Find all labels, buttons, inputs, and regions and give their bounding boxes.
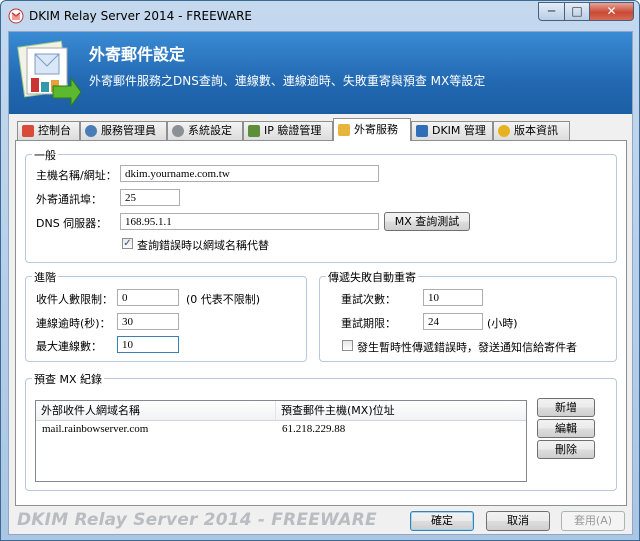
mx-records-list[interactable]: 外部收件人網域名稱 預查郵件主機(MX)位址 mail.rainbowserve… (35, 400, 527, 482)
row-mx-address: 61.218.229.88 (282, 423, 346, 435)
dkim-icon (416, 125, 428, 137)
ok-button[interactable]: 確定 (410, 511, 474, 531)
delete-button[interactable]: 刪除 (537, 440, 595, 459)
notify-sender-label: 發生暫時性傳遞錯誤時，發送通知信給寄件者 (357, 341, 577, 354)
dns-label: DNS 伺服器： (36, 217, 108, 230)
domain-fallback-label: 查詢錯誤時以網域名稱代替 (137, 239, 269, 252)
tab-system-settings[interactable]: 系統設定 (167, 121, 243, 140)
domain-fallback-checkbox[interactable]: ✓ (122, 238, 133, 249)
notify-sender-checkbox[interactable] (342, 340, 353, 351)
main-window: DKIM Relay Server 2014 - FREEWARE ─ □ ✕ … (0, 0, 640, 541)
gear-icon (172, 125, 184, 137)
max-connections-label: 最大連線數： (36, 340, 102, 353)
app-icon[interactable] (8, 8, 24, 24)
tab-label: 外寄服務 (354, 123, 398, 136)
minimize-button[interactable]: ─ (538, 2, 565, 21)
tab-service-manager[interactable]: 服務管理員 (80, 121, 167, 140)
maximize-button[interactable]: □ (564, 2, 590, 21)
port-label: 外寄通訊埠： (36, 193, 102, 206)
row-domain: mail.rainbowserver.com (42, 423, 149, 435)
retry-group-title: 傳遞失敗自動重寄 (326, 269, 418, 285)
version-info-icon (498, 125, 510, 137)
edit-button[interactable]: 編輯 (537, 419, 595, 438)
add-button[interactable]: 新增 (537, 398, 595, 417)
recipient-limit-label: 收件人數限制： (36, 293, 113, 306)
column-header-mx[interactable]: 預查郵件主機(MX)位址 (276, 401, 526, 420)
tab-label: 服務管理員 (101, 124, 156, 137)
retry-count-input[interactable]: 10 (423, 289, 483, 306)
tab-version-info[interactable]: 版本資訊 (493, 121, 570, 140)
recipient-limit-hint: (0 代表不限制) (186, 293, 261, 306)
tab-label: 控制台 (38, 124, 71, 137)
tab-ip-verify[interactable]: IP 驗證管理 (243, 121, 333, 140)
tab-label: IP 驗證管理 (264, 124, 322, 137)
close-button[interactable]: ✕ (589, 2, 634, 21)
banner-subtitle: 外寄郵件服務之DNS查詢、連線數、連線逾時、失敗重寄與預查 MX等設定 (89, 74, 486, 88)
header-banner: 外寄郵件設定 外寄郵件服務之DNS查詢、連線數、連線逾時、失敗重寄與預查 MX等… (9, 32, 632, 114)
port-input[interactable]: 25 (120, 189, 180, 206)
tab-label: 版本資訊 (514, 124, 558, 137)
apply-button[interactable]: 套用(A) (561, 511, 625, 531)
title-bar[interactable]: DKIM Relay Server 2014 - FREEWARE ─ □ ✕ (1, 1, 639, 31)
service-manager-icon (85, 125, 97, 137)
client-area: 外寄郵件設定 外寄郵件服務之DNS查詢、連線數、連線逾時、失敗重寄與預查 MX等… (8, 31, 633, 535)
retry-period-label: 重試期限： (341, 317, 396, 330)
outgoing-service-icon (338, 124, 350, 136)
retry-group: 傳遞失敗自動重寄 重試次數： 10 重試期限： 24 (小時) 發生暫時性傳遞錯… (319, 269, 617, 362)
general-group: 一般 主機名稱/網址： dkim.yourname.com.tw 外寄通訊埠： … (25, 147, 617, 263)
retry-period-unit: (小時) (487, 317, 518, 330)
list-header: 外部收件人網域名稱 預查郵件主機(MX)位址 (36, 401, 526, 421)
timeout-input[interactable]: 30 (117, 313, 179, 330)
column-header-domain[interactable]: 外部收件人網域名稱 (36, 401, 276, 420)
cancel-button[interactable]: 取消 (486, 511, 550, 531)
dns-input[interactable]: 168.95.1.1 (120, 213, 379, 230)
mail-outgoing-icon (17, 40, 82, 108)
hostname-input[interactable]: dkim.yourname.com.tw (120, 165, 379, 182)
hostname-label: 主機名稱/網址： (36, 169, 117, 182)
mx-test-button[interactable]: MX 查詢測試 (384, 212, 470, 231)
mx-records-group: 預查 MX 紀錄 外部收件人網域名稱 預查郵件主機(MX)位址 mail.rai… (25, 371, 617, 491)
advanced-group-title: 進階 (32, 269, 58, 285)
timeout-label: 連線逾時(秒)： (36, 317, 111, 330)
table-row[interactable]: mail.rainbowserver.com 61.218.229.88 (36, 421, 526, 438)
tab-outgoing-service[interactable]: 外寄服務 (333, 118, 411, 141)
footer-brand: DKIM Relay Server 2014 - FREEWARE (17, 510, 377, 530)
tab-panel-outgoing: 一般 主機名稱/網址： dkim.yourname.com.tw 外寄通訊埠： … (15, 140, 627, 506)
max-connections-input[interactable]: 10 (117, 336, 179, 353)
retry-count-label: 重試次數： (341, 293, 396, 306)
tab-console[interactable]: 控制台 (17, 121, 80, 140)
ip-verify-icon (248, 125, 260, 137)
tab-dkim[interactable]: DKIM 管理 (411, 121, 493, 140)
window-title: DKIM Relay Server 2014 - FREEWARE (29, 9, 253, 23)
retry-period-input[interactable]: 24 (423, 313, 483, 330)
mx-records-group-title: 預查 MX 紀錄 (32, 371, 105, 387)
banner-title: 外寄郵件設定 (89, 45, 186, 64)
general-group-title: 一般 (32, 147, 58, 163)
tab-bar: 控制台 服務管理員 系統設定 IP 驗證管理 外寄服務 DKIM 管理 版本資訊 (15, 118, 627, 141)
advanced-group: 進階 收件人數限制： 0 (0 代表不限制) 連線逾時(秒)： 30 最大連線數… (25, 269, 307, 362)
tab-label: DKIM 管理 (432, 124, 486, 137)
recipient-limit-input[interactable]: 0 (117, 289, 179, 306)
tab-label: 系統設定 (188, 124, 232, 137)
console-icon (22, 125, 34, 137)
